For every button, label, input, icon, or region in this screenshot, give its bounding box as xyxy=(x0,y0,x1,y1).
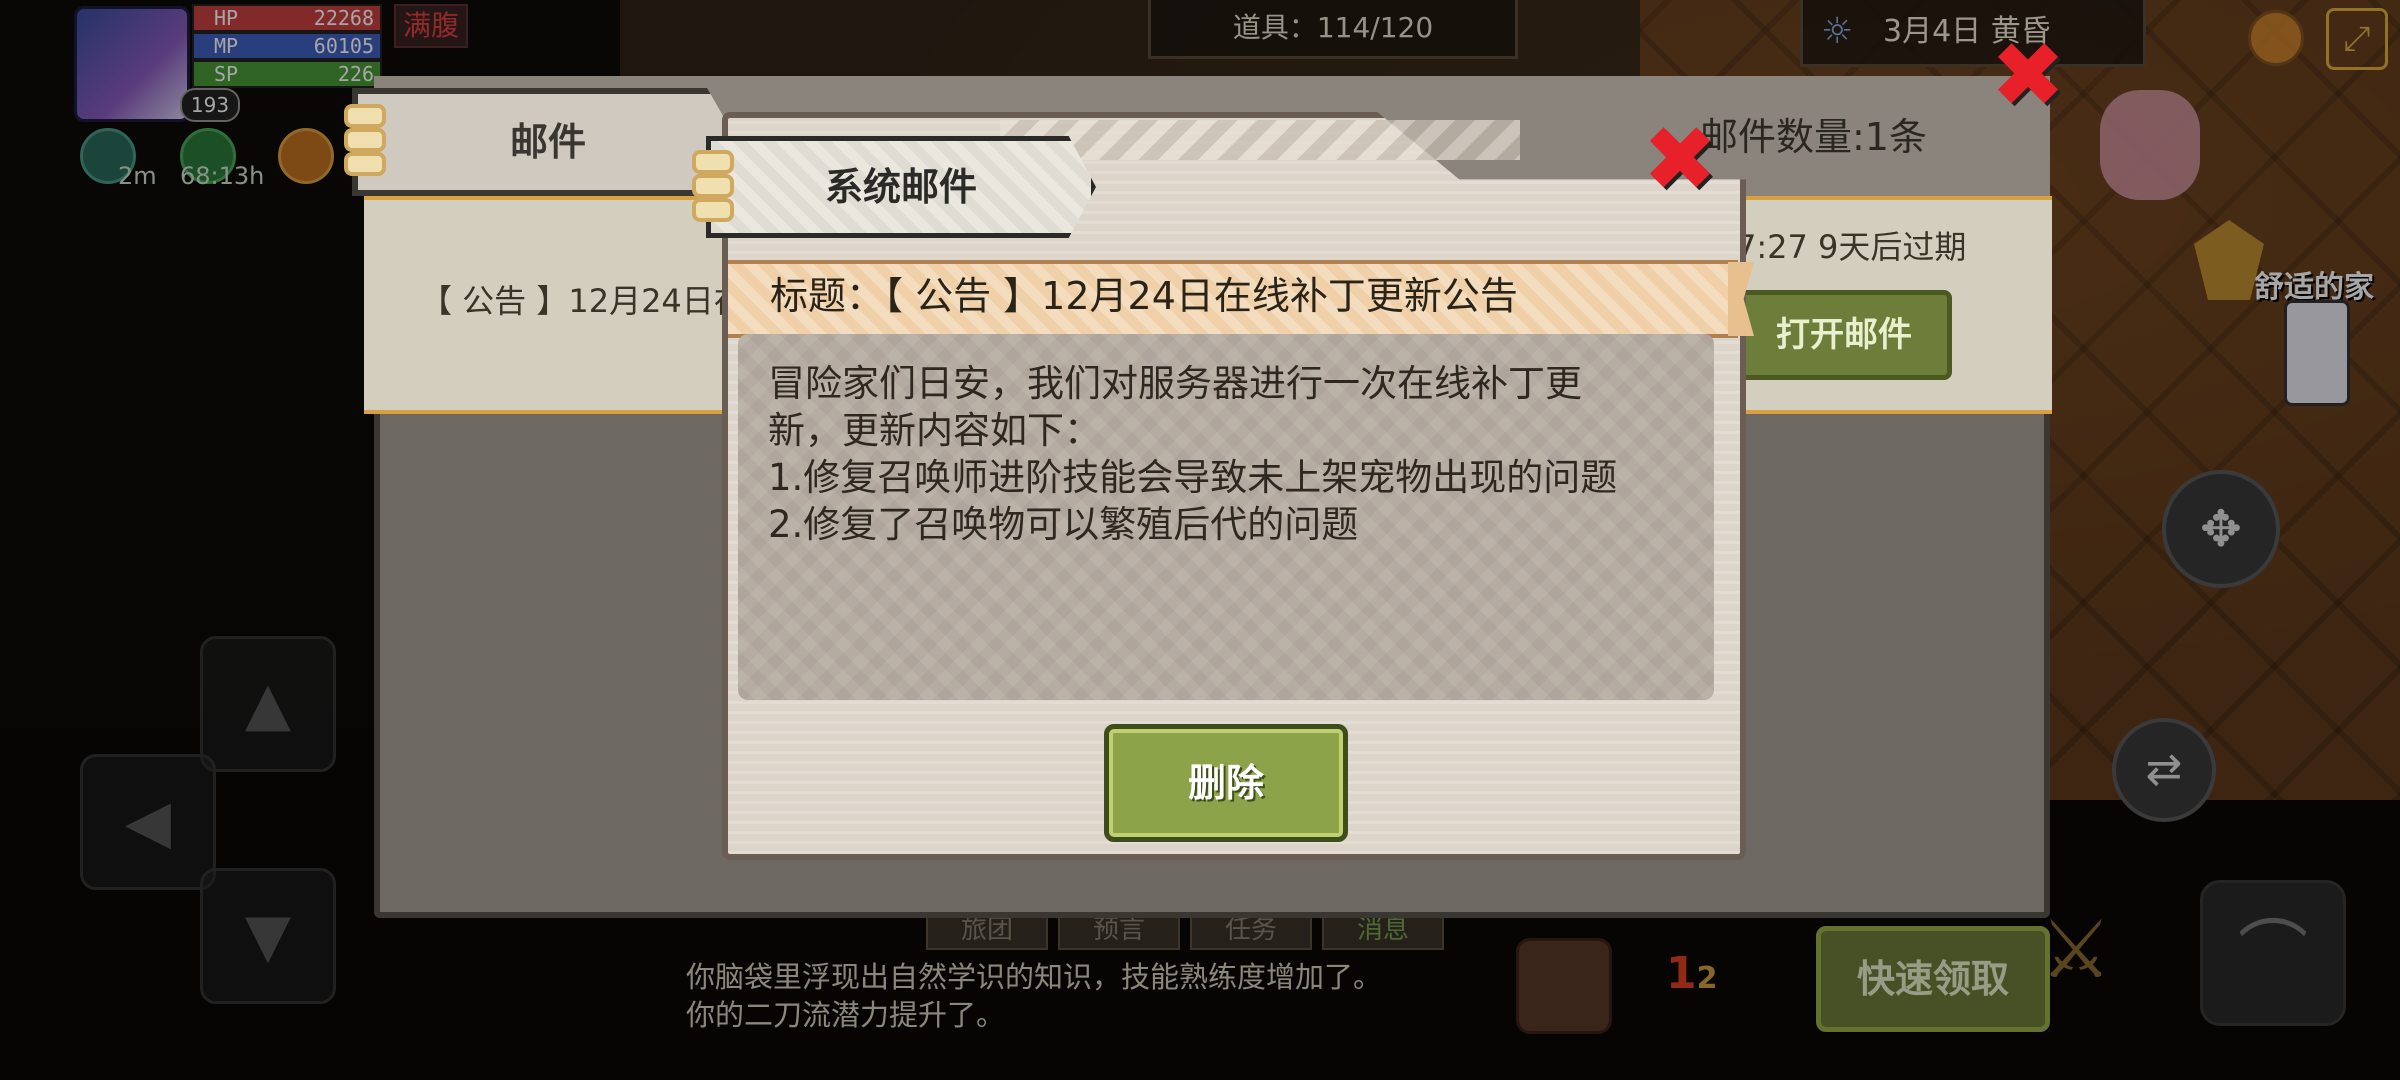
binder-ring xyxy=(344,152,386,176)
mail-item-title: 【 公告 】12月24日在 xyxy=(420,282,746,320)
mail-body-line: 1.修复召唤师进阶技能会导致未上架宠物出现的问题 xyxy=(768,456,1618,499)
mail-count: 邮件数量:1条 xyxy=(1700,115,1927,159)
mail-body: 冒险家们日安，我们对服务器进行一次在线补丁更 新，更新内容如下： 1.修复召唤师… xyxy=(768,360,1708,548)
mail-subject: 标题：【 公告 】12月24日在线补丁更新公告 xyxy=(770,274,1518,318)
binder-ring xyxy=(344,104,386,128)
open-mail-button[interactable]: 打开邮件 xyxy=(1736,290,1952,380)
binder-ring xyxy=(692,198,734,222)
mail-tab[interactable]: 邮件 xyxy=(352,88,738,196)
mail-body-line: 2.修复了召唤物可以繁殖后代的问题 xyxy=(768,503,1359,546)
binder-ring xyxy=(692,174,734,198)
binder-ring xyxy=(692,150,734,174)
close-dialog-icon[interactable]: ✖ xyxy=(1640,115,1720,205)
mail-body-line: 新，更新内容如下： xyxy=(768,409,1101,452)
system-mail-tab: 系统邮件 xyxy=(706,136,1096,238)
mail-body-line: 冒险家们日安，我们对服务器进行一次在线补丁更 xyxy=(768,362,1582,405)
mail-item-expiry: 7:27 9天后过期 xyxy=(1736,228,1967,266)
delete-mail-button[interactable]: 删除 xyxy=(1104,724,1348,842)
close-mail-panel-icon[interactable]: ✖ xyxy=(1988,31,2068,121)
binder-ring xyxy=(344,128,386,152)
